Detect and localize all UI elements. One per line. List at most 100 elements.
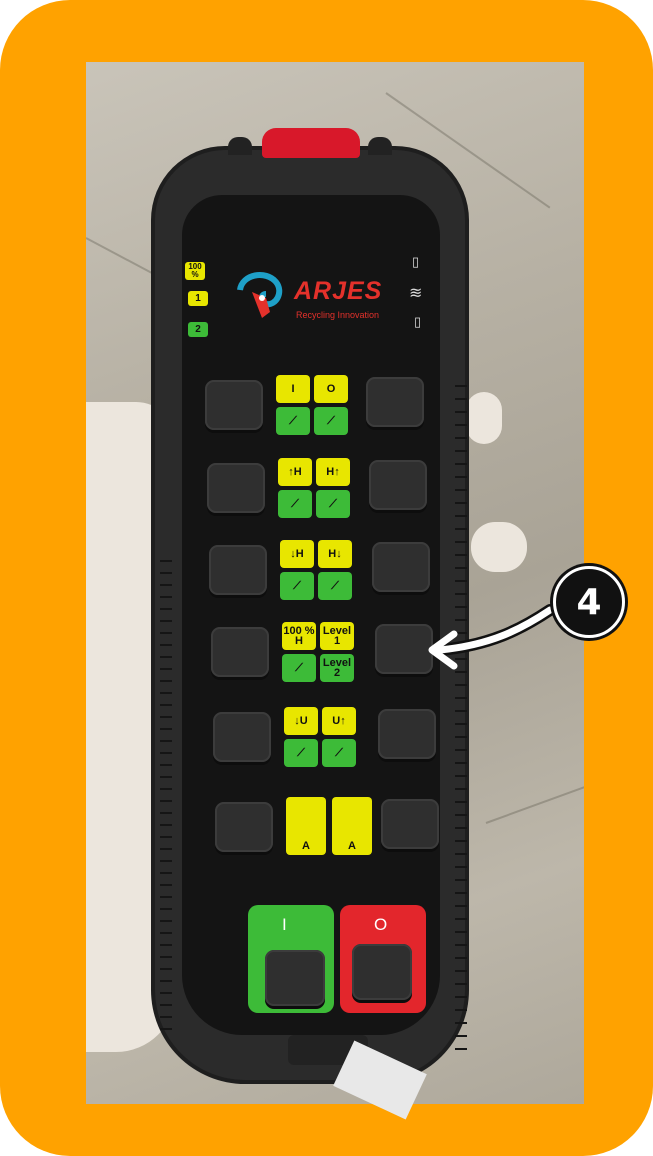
grip-rib (160, 752, 172, 754)
grip-rib (455, 866, 467, 868)
function-button-left[interactable] (211, 627, 269, 677)
grip-rib (455, 1009, 467, 1011)
grip-rib (160, 944, 172, 946)
grip-rib (455, 515, 467, 517)
grip-rib (160, 668, 172, 670)
grip-rib (455, 814, 467, 816)
grip-rib (160, 848, 172, 850)
pedal-up-icon: ⟋ (314, 407, 348, 435)
engine-icon: ⟋ (282, 654, 316, 682)
function-button-right[interactable] (372, 542, 430, 592)
grip-rib (455, 710, 467, 712)
grip-rib (455, 892, 467, 894)
grip-rib (160, 956, 172, 958)
grip-rib (160, 896, 172, 898)
pedal-down-icon: ⟋ (276, 407, 310, 435)
function-label-top: ↓U (284, 707, 318, 735)
grip-rib (160, 1016, 172, 1018)
wheels-icon: ⟋ (278, 490, 312, 518)
grip-rib (455, 580, 467, 582)
attachment-label: A (332, 797, 372, 855)
grip-rib (160, 764, 172, 766)
grip-rib (455, 528, 467, 530)
function-label-top: H↑ (316, 458, 350, 486)
grip-rib (160, 560, 172, 562)
top-lobe (368, 137, 392, 155)
attachment-label: A (286, 797, 326, 855)
grip-rib (160, 800, 172, 802)
grip-rib (160, 728, 172, 730)
battery-icon: ▯ (414, 314, 422, 329)
function-button-right[interactable] (366, 377, 424, 427)
wifi-icon: ≋ (409, 285, 423, 302)
grip-rib (160, 932, 172, 934)
indicator-1: 1 (188, 291, 208, 306)
indicator-2: 2 (188, 322, 208, 337)
grip-rib (455, 450, 467, 452)
grip-rib (455, 424, 467, 426)
grip-rib (455, 1048, 467, 1050)
grip-rib (160, 704, 172, 706)
start-symbol: I (282, 915, 287, 934)
grip-rib (455, 697, 467, 699)
grip-rib (160, 824, 172, 826)
grip-rib (455, 918, 467, 920)
grip-rib (455, 853, 467, 855)
emergency-stop-button[interactable] (262, 128, 360, 158)
grip-rib (455, 736, 467, 738)
function-button-left[interactable] (207, 463, 265, 513)
function-button-right[interactable] (369, 460, 427, 510)
function-button-left[interactable] (215, 802, 273, 852)
grip-rib (455, 476, 467, 478)
function-label-top: 100 % H (282, 622, 316, 650)
grip-rib (455, 554, 467, 556)
grip-rib (160, 620, 172, 622)
function-button-left[interactable] (213, 712, 271, 762)
start-button[interactable] (265, 950, 325, 1006)
grip-rib (160, 692, 172, 694)
function-label-top: H↓ (318, 540, 352, 568)
grip-rib (160, 572, 172, 574)
function-label-top: O (314, 375, 348, 403)
grip-rib (160, 716, 172, 718)
brand-name: ARJES (294, 277, 383, 305)
ram-logo-icon (237, 272, 283, 318)
function-button-left[interactable] (205, 380, 263, 430)
grip-rib (455, 502, 467, 504)
grip-rib (160, 872, 172, 874)
grip-rib (160, 656, 172, 658)
function-button-right[interactable] (381, 799, 439, 849)
top-lobe (228, 137, 252, 155)
grip-rib (455, 398, 467, 400)
grip-rib (160, 1028, 172, 1030)
grip-rib (455, 385, 467, 387)
grip-rib (455, 1035, 467, 1037)
stop-button[interactable] (352, 944, 412, 1000)
grip-rib (455, 931, 467, 933)
grip-rib (160, 740, 172, 742)
grip-rib (160, 992, 172, 994)
grip-rib (455, 775, 467, 777)
grip-rib (455, 801, 467, 803)
callout-number-badge: 4 (553, 566, 625, 638)
stop-symbol: O (374, 915, 388, 934)
grip-rib (455, 970, 467, 972)
grip-rib (455, 723, 467, 725)
function-button-right[interactable] (378, 709, 436, 759)
function-label-top: ↑H (278, 458, 312, 486)
grip-rib (160, 632, 172, 634)
grip-rib (160, 920, 172, 922)
grip-rib (455, 840, 467, 842)
function-label-top: U↑ (322, 707, 356, 735)
grip-rib (160, 788, 172, 790)
indicator-100: 100 % (185, 262, 205, 280)
function-button-left[interactable] (209, 545, 267, 595)
grip-rib (455, 489, 467, 491)
grip-rib (455, 827, 467, 829)
grip-rib (455, 788, 467, 790)
grip-rib (160, 680, 172, 682)
grip-rib (455, 541, 467, 543)
grip-rib (160, 608, 172, 610)
function-label-bottom: Level 2 (320, 654, 354, 682)
wheels-icon: ⟋ (316, 490, 350, 518)
